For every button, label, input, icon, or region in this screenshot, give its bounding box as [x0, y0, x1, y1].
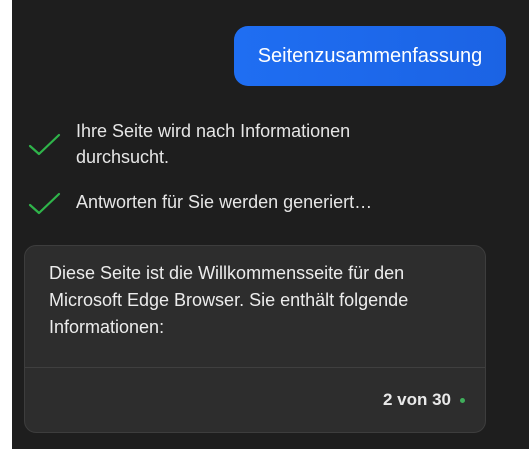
progress-step: Ihre Seite wird nach Informationen durch… — [28, 118, 436, 170]
status-dot-icon — [460, 397, 465, 403]
answer-footer: 2 von 30 — [383, 390, 465, 410]
response-counter: 2 von 30 — [382, 390, 451, 409]
divider — [25, 367, 485, 368]
check-icon — [28, 192, 61, 215]
answer-card: Diese Seite ist die Willkommensseite für… — [24, 245, 486, 433]
progress-step-text: Antworten für Sie werden generiert… — [76, 192, 373, 212]
check-icon — [28, 133, 61, 156]
answer-text: Diese Seite ist die Willkommensseite für… — [49, 263, 409, 337]
user-message-bubble: Seitenzusammenfassung — [234, 26, 506, 86]
progress-step-text: Ihre Seite wird nach Informationen durch… — [76, 121, 351, 167]
progress-step: Antworten für Sie werden generiert… — [28, 189, 436, 217]
